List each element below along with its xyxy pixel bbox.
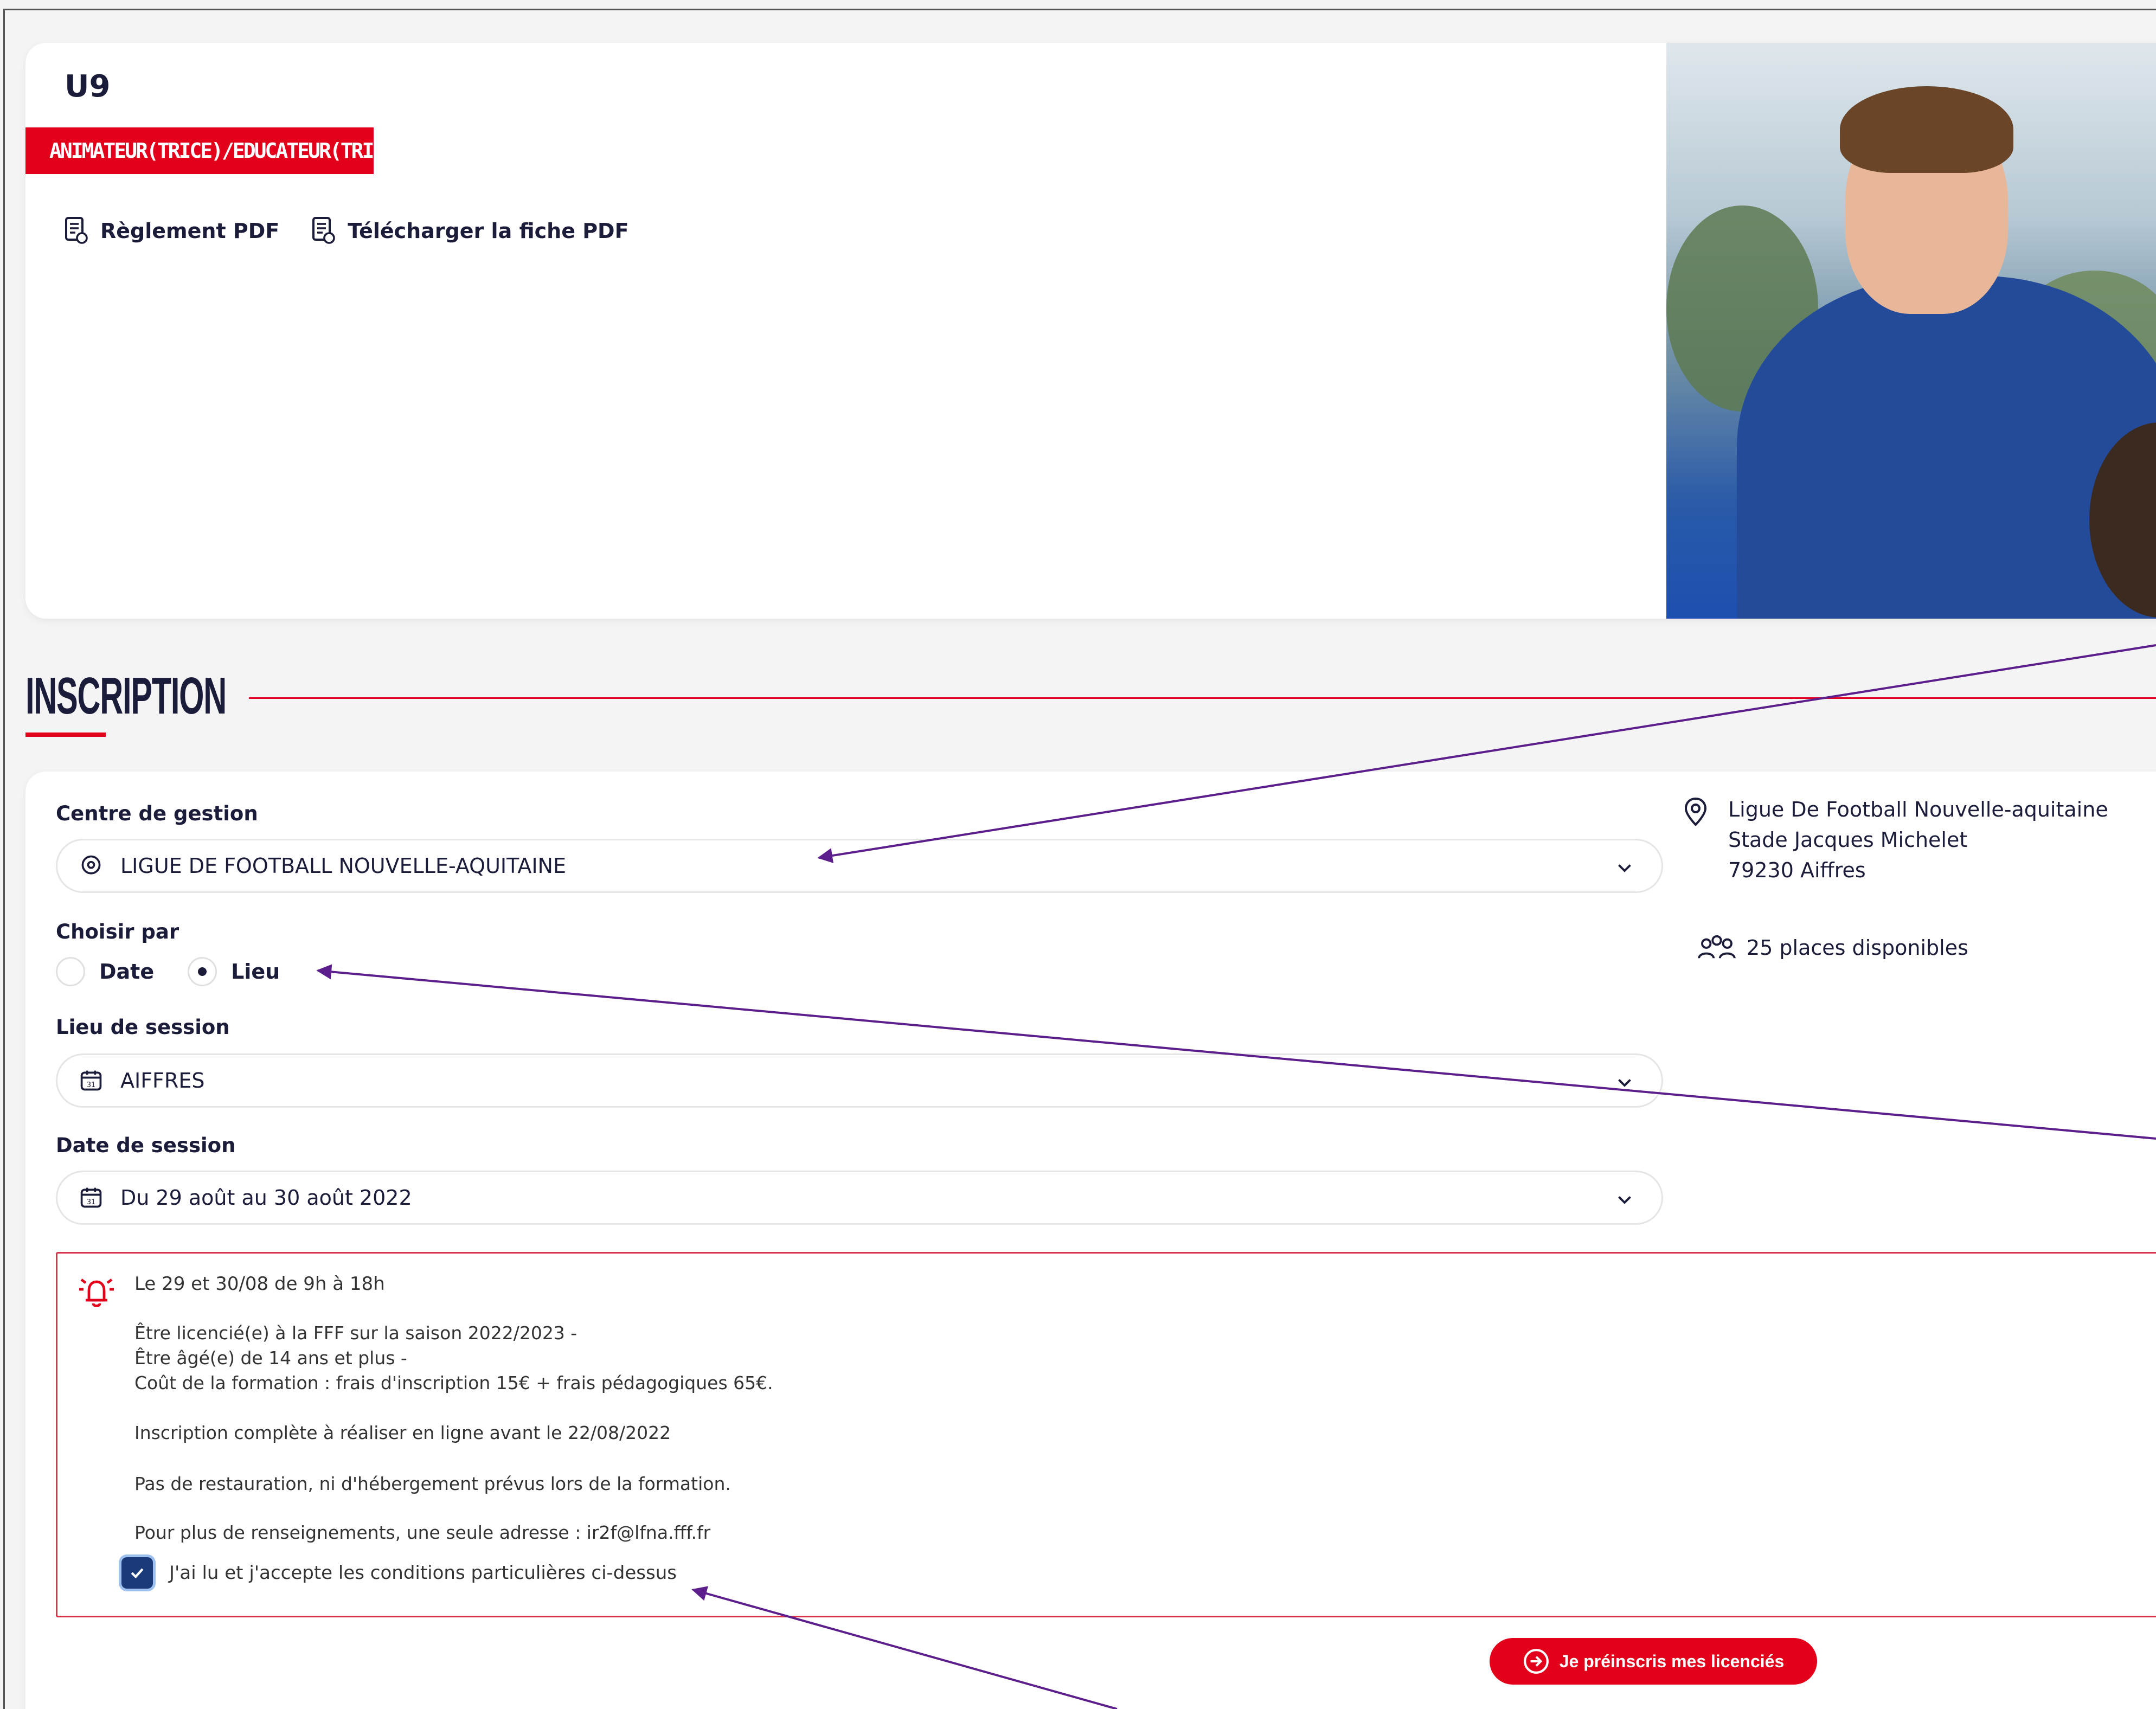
accept-checkbox[interactable] (121, 1557, 153, 1589)
formation-category-tag: ANIMATEUR(TRICE)/EDUCATEUR(TRICE) (25, 127, 407, 174)
preinscription-submit-button[interactable]: Je préinscris mes licenciés (1490, 1638, 1817, 1685)
centre-label: Centre de gestion (56, 802, 258, 825)
heading-rule (249, 697, 2156, 699)
places-text: 25 places disponibles (1747, 936, 1968, 960)
page-frame: U9 ANIMATEUR(TRICE)/EDUCATEUR(TRICE) Règ… (3, 9, 2156, 1709)
date-value: Du 29 août au 30 août 2022 (120, 1186, 412, 1210)
radio-date-label: Date (99, 960, 155, 984)
condition-line: Pas de restauration, ni d'hébergement pr… (134, 1473, 731, 1494)
svg-text:31: 31 (87, 1081, 95, 1089)
radio-lieu-label: Lieu (231, 960, 280, 984)
svg-text:31: 31 (87, 1198, 95, 1206)
formation-card: U9 ANIMATEUR(TRICE)/EDUCATEUR(TRICE) Règ… (25, 43, 2156, 619)
places-available: 25 places disponibles (1696, 933, 1968, 962)
pdf-document-icon (65, 217, 88, 244)
accept-label: J'ai lu et j'accepte les conditions part… (169, 1562, 677, 1584)
date-label: Date de session (56, 1134, 236, 1157)
radio-lieu[interactable] (188, 957, 217, 986)
download-fiche-pdf-link[interactable]: Télécharger la fiche PDF (312, 216, 629, 246)
address-line: Stade Jacques Michelet (1728, 828, 1968, 852)
alarm-bell-icon (79, 1278, 114, 1307)
accept-conditions-row[interactable]: J'ai lu et j'accepte les conditions part… (121, 1557, 677, 1589)
calendar-icon: 31 (80, 1070, 102, 1091)
chevron-down-icon (1618, 1079, 1631, 1087)
address-line: Ligue De Football Nouvelle-aquitaine (1728, 798, 2108, 821)
condition-line: Pour plus de renseignements, une seule a… (134, 1522, 711, 1543)
condition-line: Coût de la formation : frais d'inscripti… (134, 1372, 773, 1393)
chevron-down-icon (1618, 864, 1631, 872)
address-line: 79230 Aiffres (1728, 858, 1866, 882)
choose-by-radio-group: Date Lieu (56, 957, 313, 986)
centre-value: LIGUE DE FOOTBALL NOUVELLE-AQUITAINE (120, 854, 566, 878)
lieu-label: Lieu de session (56, 1016, 230, 1039)
chevron-down-icon (1618, 1196, 1631, 1204)
people-icon (1698, 935, 1736, 959)
document-links: Règlement PDF Télécharger la fiche PDF (65, 216, 629, 246)
condition-line: Être âgé(e) de 14 ans et plus - (134, 1347, 407, 1369)
arrow-circle-right-icon (1523, 1649, 1549, 1674)
checkmark-icon (131, 1568, 144, 1579)
location-pin-icon (81, 855, 101, 875)
radio-date[interactable] (56, 957, 85, 986)
reglement-pdf-label: Règlement PDF (100, 219, 280, 243)
formation-title: U9 (65, 69, 111, 104)
hero-photo (1666, 43, 2156, 619)
lieu-value: AIFFRES (120, 1069, 205, 1093)
location-pin-icon (1684, 797, 1707, 826)
conditions-text: Être licencié(e) à la FFF sur la saison … (134, 1321, 773, 1545)
conditions-box: Le 29 et 30/08 de 9h à 18h Être licencié… (56, 1252, 2156, 1617)
reglement-pdf-link[interactable]: Règlement PDF (65, 216, 279, 246)
condition-line: Être licencié(e) à la FFF sur la saison … (134, 1322, 578, 1344)
date-select[interactable]: 31 Du 29 août au 30 août 2022 (56, 1171, 1663, 1225)
lieu-select[interactable]: 31 AIFFRES (56, 1053, 1663, 1108)
centre-address: Ligue De Football Nouvelle-aquitaine Sta… (1684, 794, 2108, 885)
calendar-icon: 31 (80, 1187, 102, 1208)
conditions-title: Le 29 et 30/08 de 9h à 18h (134, 1273, 385, 1295)
condition-line: Inscription complète à réaliser en ligne… (134, 1422, 671, 1443)
download-fiche-pdf-label: Télécharger la fiche PDF (348, 219, 629, 243)
choose-by-label: Choisir par (56, 920, 179, 943)
pdf-document-icon (312, 217, 336, 244)
submit-label: Je préinscris mes licenciés (1559, 1651, 1785, 1671)
centre-select[interactable]: LIGUE DE FOOTBALL NOUVELLE-AQUITAINE (56, 839, 1663, 893)
inscription-heading: INSCRIPTION (25, 667, 227, 725)
heading-underline (25, 733, 106, 737)
